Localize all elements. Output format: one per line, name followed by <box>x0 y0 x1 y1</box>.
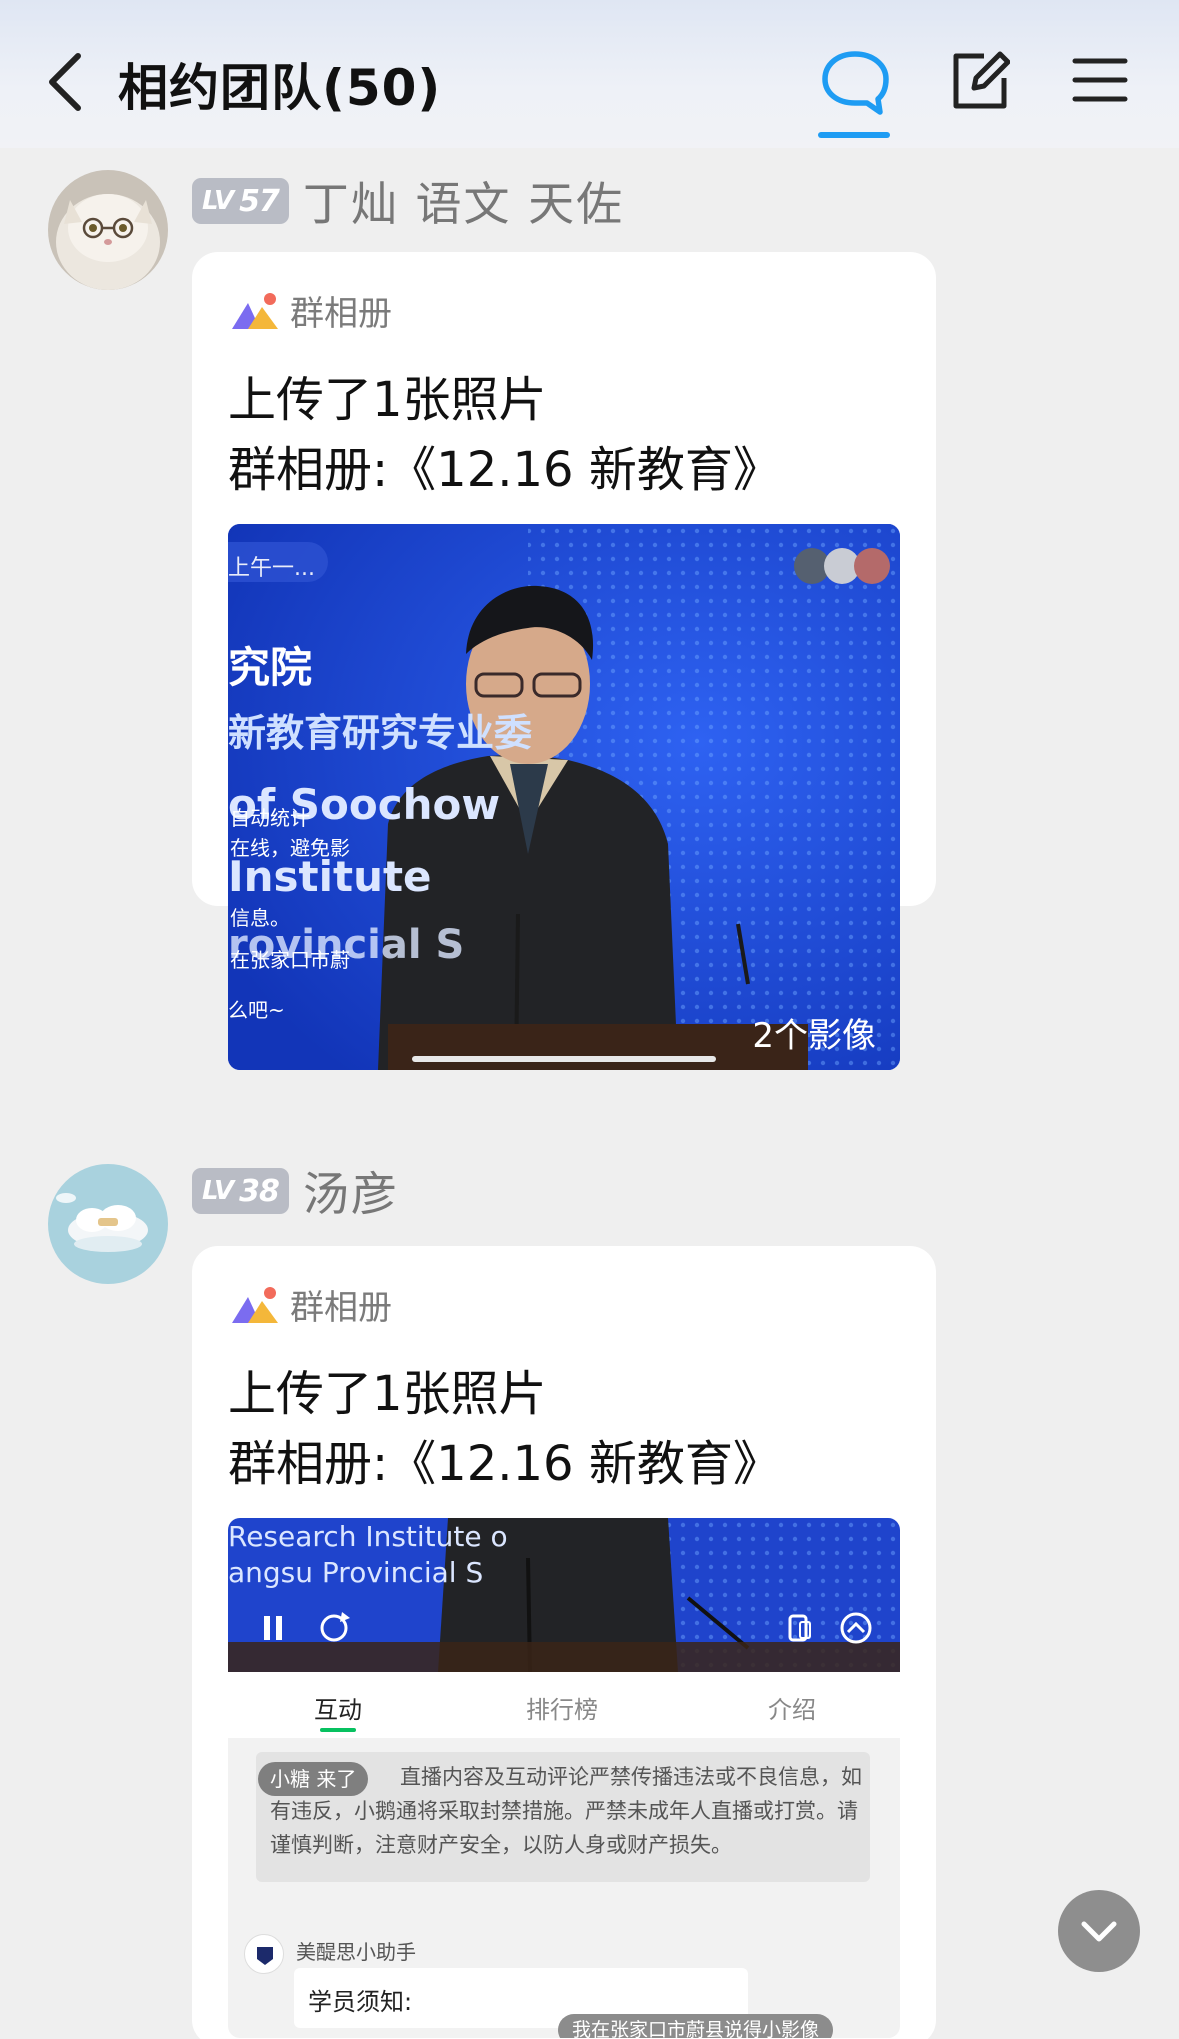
overlay-banner: 新教育研究专业委 <box>228 711 533 755</box>
floating-comment: 我在张家口市蔚县说得小影像 <box>558 2014 834 2038</box>
menu-icon[interactable] <box>1072 56 1128 104</box>
edit-icon[interactable] <box>950 50 1010 112</box>
album-card[interactable]: 群相册 上传了1张照片 群相册:《12.16 新教育》 <box>192 1246 936 2039</box>
overlay-title: 究院 <box>228 643 313 692</box>
chat-message: LV 38 汤彦 群相册 上传了1张照片 群相册:《12.16 新教育》 Res… <box>0 1110 1179 2039</box>
assistant-name: 美醍思小助手 <box>296 1940 416 1964</box>
scroll-to-bottom-button[interactable] <box>1058 1890 1140 1972</box>
chat-message: LV 57 丁灿 语文 天佐 群相册 上传了1张照片 群相册:《12.16 新教育… <box>0 148 1179 1108</box>
album-name-text: 群相册:《12.16 新教育》 <box>228 442 781 498</box>
chat-bubble-icon[interactable] <box>820 48 890 118</box>
sender-row: LV 57 丁灿 语文 天佐 <box>192 176 624 231</box>
avatar[interactable] <box>48 170 168 290</box>
notice-box: 直播内容及互动评论严禁传播违法或不良信息，如有违反，小鹅通将采取封禁措施。严禁未… <box>256 1752 870 1882</box>
upload-text: 上传了1张照片 <box>228 372 547 428</box>
overlay-location: 在张家口市蔚 <box>230 948 350 972</box>
album-mountain-icon <box>232 292 278 329</box>
active-tab-indicator <box>818 132 890 138</box>
album-source: 群相册 <box>230 286 392 335</box>
overlay-time: 上午一... <box>228 556 315 581</box>
image-count-label: 2个影像 <box>752 1016 876 1056</box>
chevron-down-icon <box>1081 1921 1117 1942</box>
level-badge: LV 38 <box>192 1168 289 1214</box>
overlay-notice-a: 自动统计 <box>230 806 310 830</box>
sender-name[interactable]: 丁灿 语文 天佐 <box>303 168 624 234</box>
live-tabs: 互动 排行榜 介绍 <box>228 1672 900 1738</box>
top-nav-bar: 相约团队(50) <box>0 0 1179 148</box>
back-arrow-icon[interactable] <box>42 50 92 114</box>
sender-row: LV 38 汤彦 <box>192 1166 399 1221</box>
tab-ranking[interactable]: 排行榜 <box>526 1690 598 1725</box>
album-name-text: 群相册:《12.16 新教育》 <box>228 1436 781 1492</box>
tab-intro[interactable]: 介绍 <box>768 1690 816 1725</box>
overlay-bottom-left: 么吧~ <box>228 998 285 1022</box>
album-photo[interactable]: 上午一... 究院 新教育研究专业委 of Soochow 自动统计 在线，避免… <box>228 524 900 1070</box>
level-badge: LV 57 <box>192 178 289 224</box>
upload-text: 上传了1张照片 <box>228 1366 547 1422</box>
tab-interact[interactable]: 互动 <box>314 1690 362 1732</box>
group-title: 相约团队(50) <box>118 59 442 117</box>
album-source: 群相册 <box>230 1280 392 1329</box>
overlay-english-1: Research Institute o <box>228 1520 508 1553</box>
overlay-english-2: angsu Provincial S <box>228 1556 484 1589</box>
avatar[interactable] <box>48 1164 168 1284</box>
assistant-avatar <box>244 1934 284 1974</box>
album-mountain-icon <box>232 1286 278 1323</box>
album-card[interactable]: 群相册 上传了1张照片 群相册:《12.16 新教育》 <box>192 252 936 1070</box>
album-photo[interactable]: Research Institute o angsu Provincial S … <box>228 1518 900 2038</box>
overlay-english-2: Institute <box>228 852 432 901</box>
notice-tag: 小糖 来了 <box>258 1762 369 1796</box>
sender-name[interactable]: 汤彦 <box>303 1158 399 1224</box>
